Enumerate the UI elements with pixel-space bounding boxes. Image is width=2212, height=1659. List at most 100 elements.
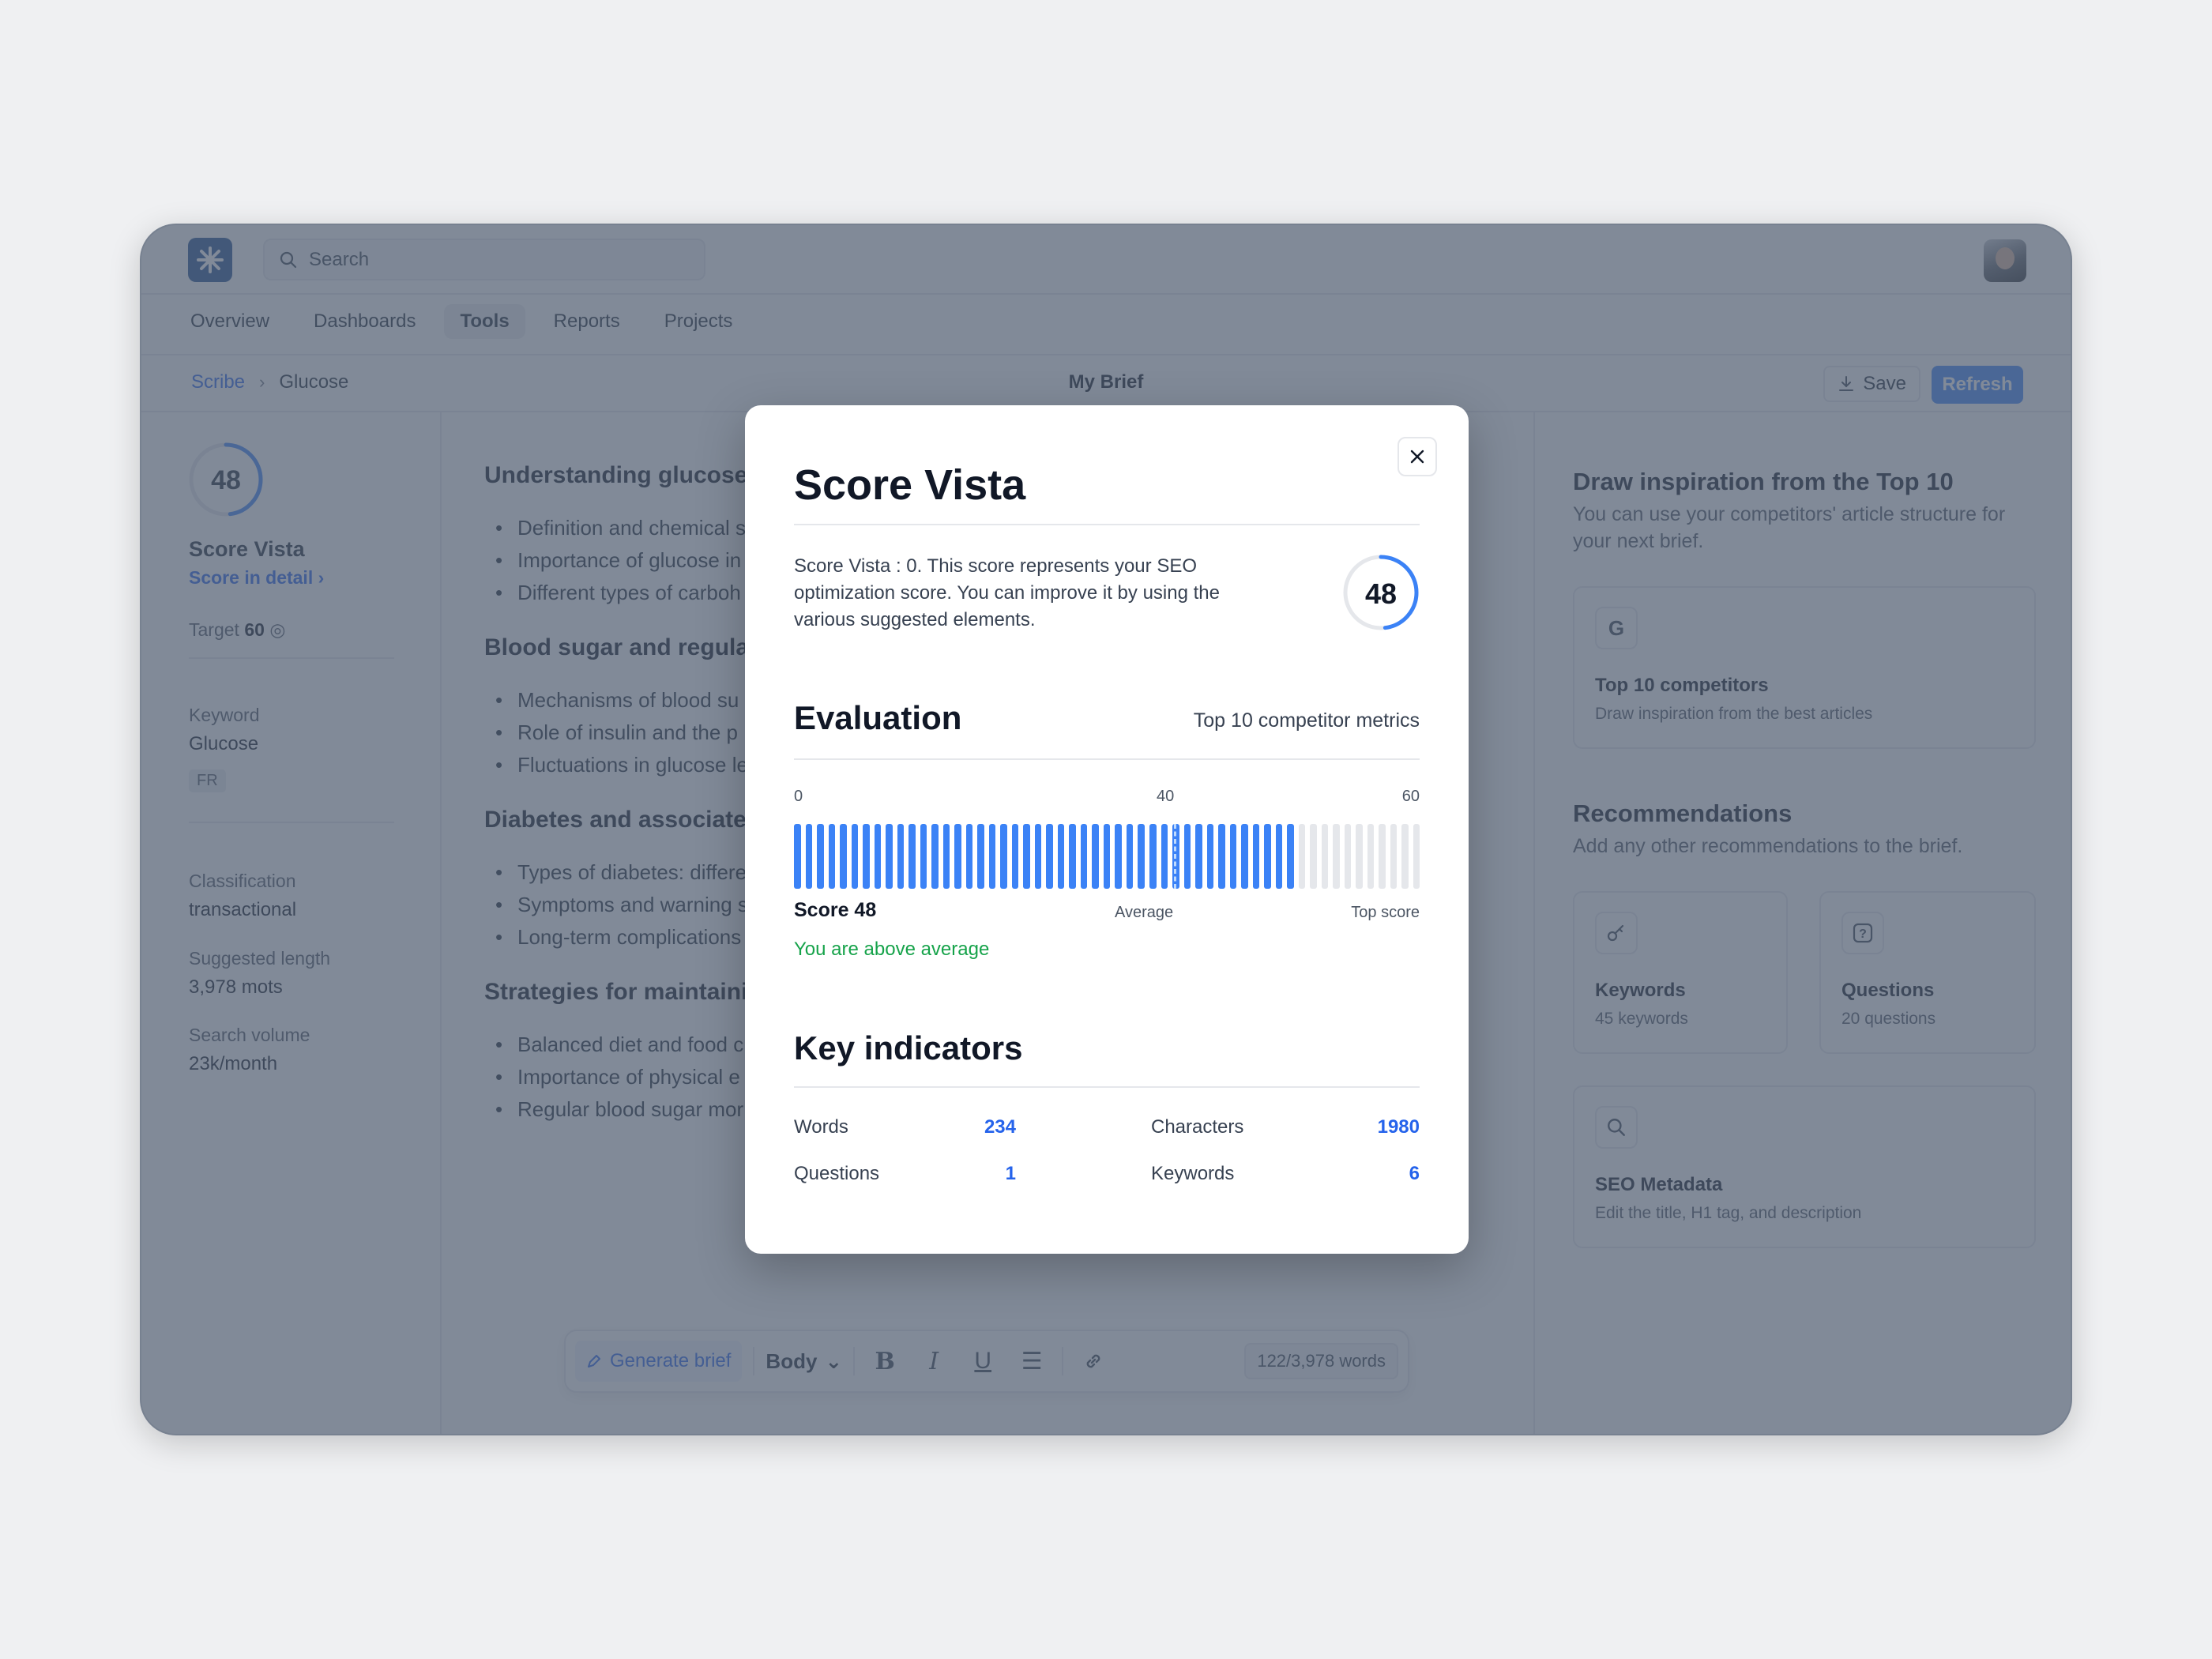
bold-icon[interactable]: B [866,1342,904,1380]
target-value: 60 [244,619,265,640]
gauge-segment [1138,824,1145,889]
app-logo[interactable] [188,238,232,282]
evaluation-subtitle: Top 10 competitor metrics [1193,709,1420,732]
questions-title: Questions [1841,980,1935,1001]
modal-description: Score Vista : 0. This score represents y… [794,555,1220,630]
gauge-segment [1390,824,1398,889]
tick-min: 0 [794,788,803,805]
questions-card[interactable]: ? Questions 20 questions [1819,891,2036,1054]
score-bar-gauge [794,824,1420,889]
nav-projects[interactable]: Projects [649,304,749,339]
divider [794,1086,1420,1088]
tick-average: 40 [1157,788,1175,805]
list-item: Importance of physical e [495,1065,743,1097]
seo-metadata-card[interactable]: SEO Metadata Edit the title, H1 tag, and… [1573,1085,2036,1248]
svg-text:?: ? [1859,927,1867,941]
page-title: My Brief [1068,371,1144,393]
gauge-segment [1023,824,1030,889]
sub-header: Scribe › Glucose My Brief Save Refresh [141,354,2071,412]
words-value: 234 [984,1116,1016,1138]
bullet-list: Types of diabetes: differe Symptoms and … [495,860,748,957]
list-item: Balanced diet and food c [495,1033,743,1065]
questions-label: Questions [794,1163,880,1184]
close-button[interactable] [1398,437,1437,476]
list-item: Importance of glucose in [495,548,746,581]
gauge-segment [863,824,870,889]
gauge-segment [965,824,973,889]
gauge-segment [1115,824,1122,889]
refresh-button[interactable]: Refresh [1932,366,2023,404]
competitors-card[interactable]: G Top 10 competitors Draw inspiration fr… [1573,586,2036,749]
gauge-segment [1367,824,1375,889]
nav-reports[interactable]: Reports [538,304,636,339]
questions-value: 1 [1005,1163,1016,1184]
divider [1062,1347,1064,1375]
questions-description: 20 questions [1841,1010,1936,1028]
gauge-segment [1252,824,1260,889]
bullet-list: Mechanisms of blood su Role of insulin a… [495,688,748,785]
list-icon[interactable]: ☰ [1013,1342,1051,1380]
list-item: Fluctuations in glucose le [495,753,748,785]
gauge-segment [1011,824,1019,889]
pen-icon [588,1355,600,1367]
score-ring: 48 [188,442,264,517]
search-volume-label: Search volume [189,1025,310,1045]
nav-dashboards[interactable]: Dashboards [298,304,431,339]
nav-overview[interactable]: Overview [175,304,285,339]
keyword-value: Glucose [189,733,259,754]
section-heading: Understanding glucose [484,462,748,488]
score-detail-link[interactable]: Score in detail › [189,567,324,589]
gauge-segment [1046,824,1053,889]
underline-icon[interactable]: U [964,1342,1002,1380]
seo-title: SEO Metadata [1595,1174,1723,1195]
average-marker [1174,824,1176,889]
list-item: Role of insulin and the p [495,720,748,753]
gauge-segment [977,824,984,889]
keywords-card[interactable]: Keywords 45 keywords [1573,891,1788,1054]
recommendations-description: Add any other recommendations to the bri… [1573,835,1963,857]
avatar[interactable] [1984,239,2026,282]
gauge-segment [817,824,824,889]
section-heading: Diabetes and associate [484,807,747,833]
gauge-segment [1229,824,1237,889]
chevron-right-icon: › [318,567,325,588]
target-icon: ◎ [269,619,286,640]
link-icon[interactable] [1074,1342,1112,1380]
gauge-segment [1401,824,1409,889]
list-item: Different types of carboh [495,581,746,613]
text-style-value: Body [766,1349,818,1373]
gauge-segment [1287,824,1294,889]
list-item: Mechanisms of blood su [495,688,748,720]
google-icon: G [1595,607,1638,649]
search-bar[interactable]: Search [263,239,705,280]
search-icon [1595,1106,1638,1149]
target-label: Target [189,619,239,640]
gauge-segment [1080,824,1088,889]
gauge-segment [1241,824,1248,889]
nav-tools[interactable]: Tools [444,304,525,339]
words-label: Words [794,1116,848,1138]
chevron-down-icon: ⌄ [825,1349,843,1373]
divider [794,524,1420,525]
link-icon-graphic [1086,1354,1100,1368]
gauge-segment [1000,824,1007,889]
question-icon: ? [1841,912,1884,954]
editor-toolbar: Generate brief Body ⌄ B I U ☰ 122/3,978 w… [564,1330,1409,1393]
section-heading: Blood sugar and regula [484,634,750,660]
text-style-select[interactable]: Body ⌄ [766,1349,842,1374]
save-button[interactable]: Save [1823,366,1920,402]
gauge-segment [954,824,961,889]
score-title: Score Vista [189,537,305,561]
gauge-segment [1057,824,1065,889]
bullet-list: Definition and chemical s Importance of … [495,516,746,613]
generate-brief-button[interactable]: Generate brief [575,1341,743,1382]
gauge-segment [1069,824,1076,889]
search-icon-graphic [1608,1119,1625,1136]
keywords-description: 45 keywords [1595,1010,1688,1028]
top-score-label: Top score [1351,904,1420,921]
suggested-length-value: 3,978 mots [189,976,283,998]
italic-icon[interactable]: I [915,1342,953,1380]
list-item: Regular blood sugar mor [495,1097,743,1130]
score-modal: Score Vista Score Vista : 0. This score … [745,405,1469,1254]
gauge-segment [805,824,813,889]
